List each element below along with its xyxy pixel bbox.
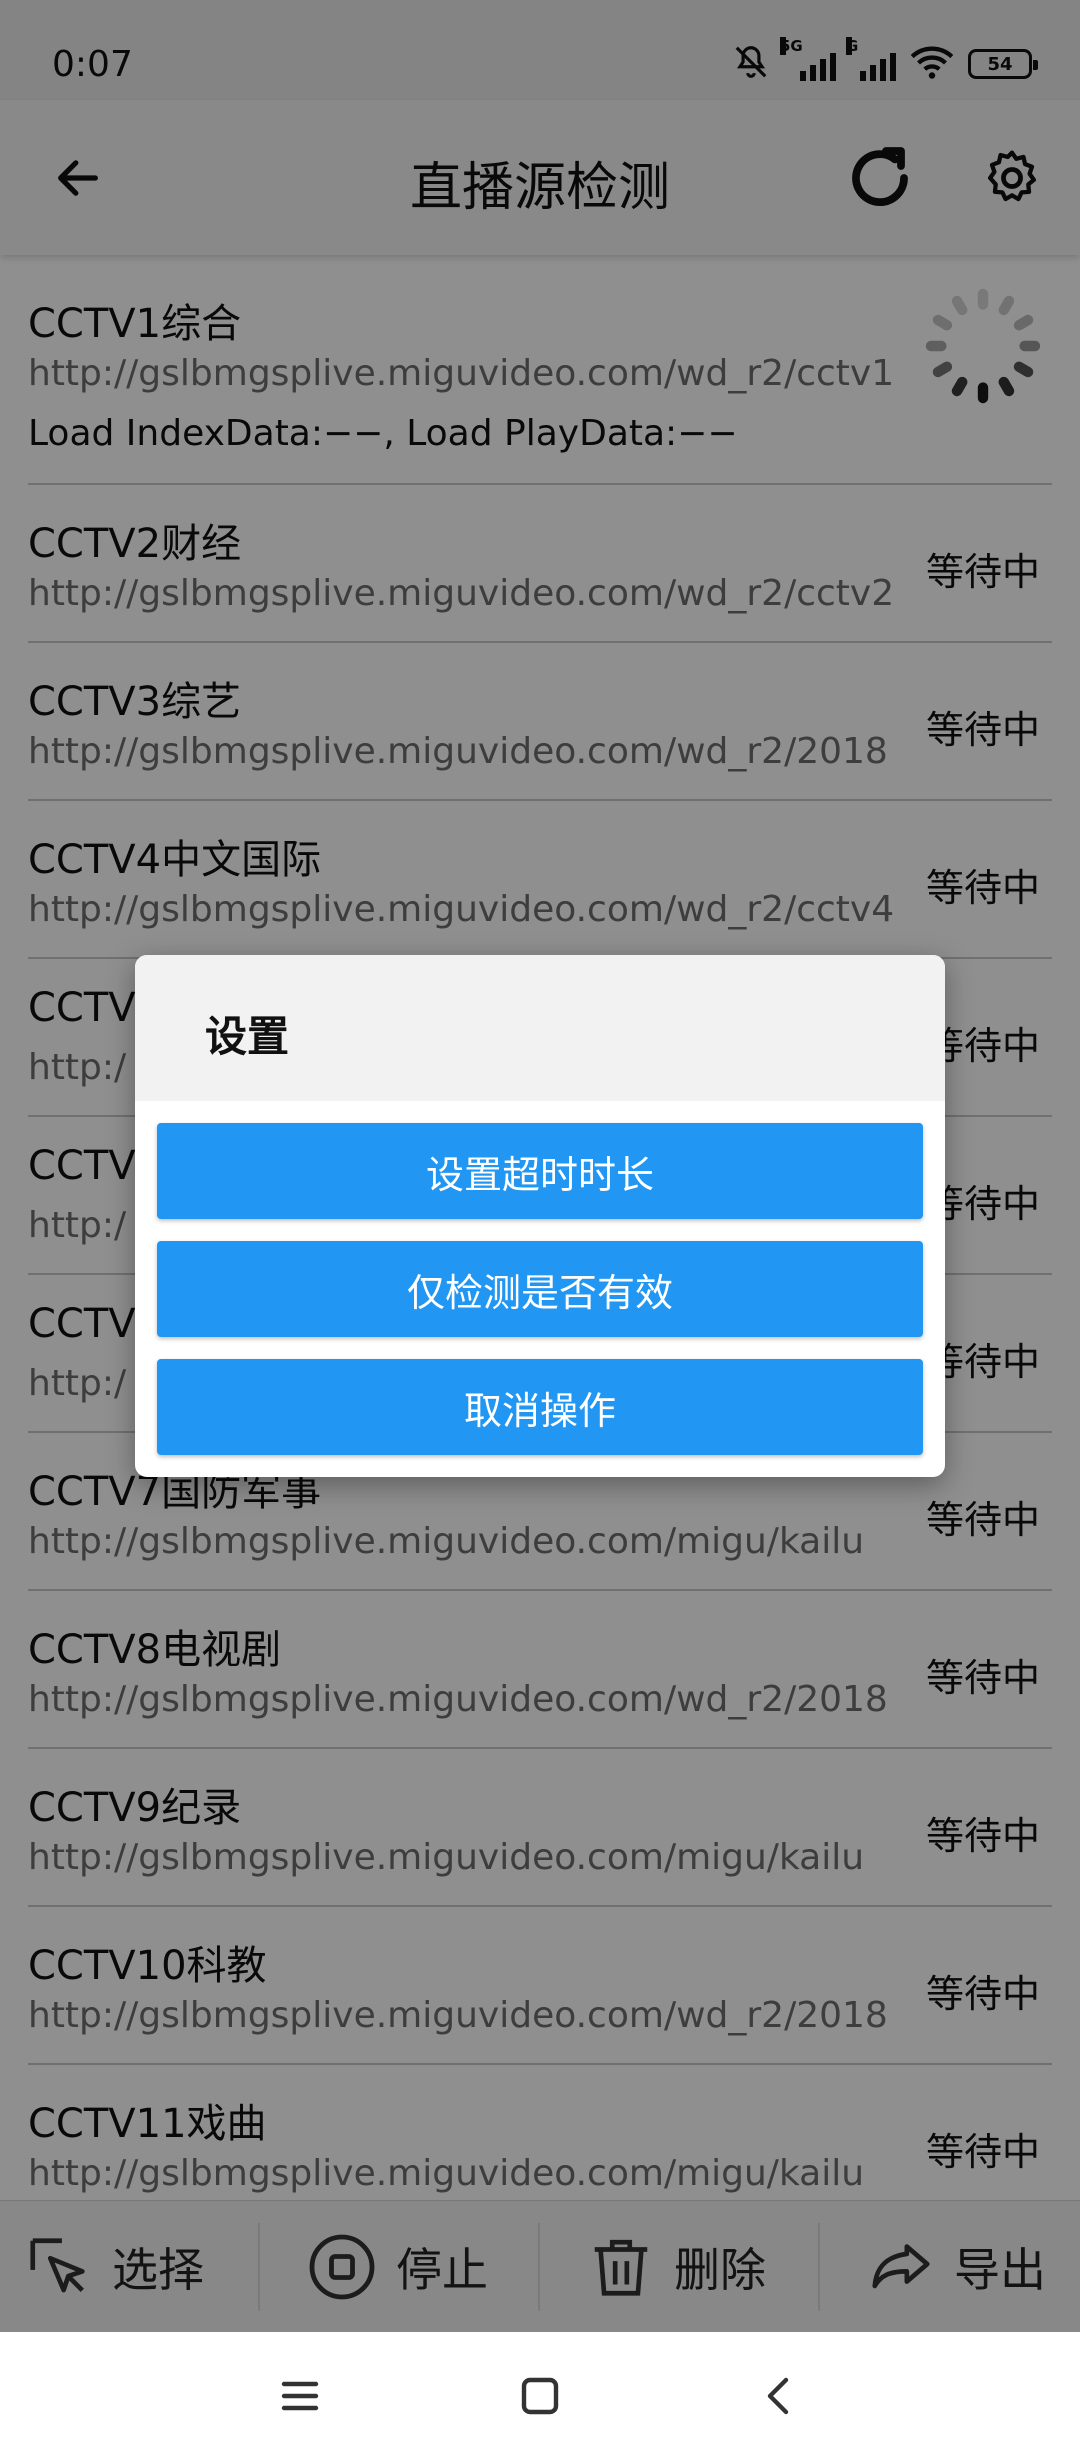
chevron-left-icon — [767, 2377, 789, 2415]
dialog-header: 设置 — [135, 955, 945, 1101]
nav-back-button[interactable] — [740, 2356, 820, 2436]
nav-home-button[interactable] — [500, 2356, 580, 2436]
cancel-button[interactable]: 取消操作 — [157, 1359, 923, 1455]
set-timeout-button[interactable]: 设置超时时长 — [157, 1123, 923, 1219]
menu-icon — [281, 2381, 319, 2411]
nav-menu-button[interactable] — [260, 2356, 340, 2436]
app-screen: 0:07 5G G 54 直播源检测 CCTV1综合 http://gslbmg… — [0, 0, 1080, 2332]
settings-dialog: 设置 设置超时时长 仅检测是否有效 取消操作 — [135, 955, 945, 1477]
system-nav-bar — [0, 2332, 1080, 2460]
check-valid-only-button[interactable]: 仅检测是否有效 — [157, 1241, 923, 1337]
dialog-title: 设置 — [205, 1012, 290, 1061]
home-square-icon — [521, 2377, 559, 2415]
